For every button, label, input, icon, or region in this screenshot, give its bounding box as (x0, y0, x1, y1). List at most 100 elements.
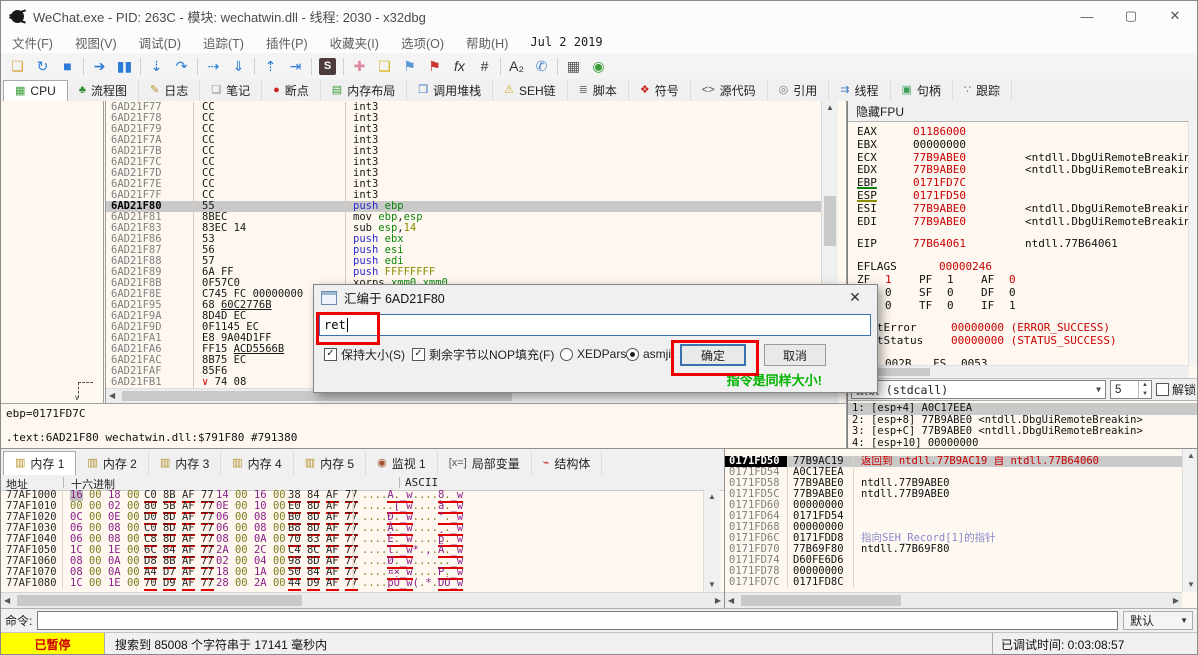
ok-button[interactable]: 确定 (680, 344, 746, 366)
tab-struct[interactable]: ⌁结构体 (532, 451, 603, 475)
calling-convention-select[interactable]: 默认 (stdcall) ▼ (851, 380, 1106, 399)
stack-vscrollbar[interactable]: ▲ ▼ (1182, 449, 1198, 592)
asmjit-radio[interactable]: asmjit (626, 344, 674, 364)
register-line[interactable]: LastStatus00000000 (STATUS_SUCCESS) (857, 335, 1189, 348)
register-line[interactable]: EDI77B9ABE0<ntdll.DbgUiRemoteBreakin> (857, 216, 1189, 229)
toolbar-open-file-button[interactable]: ❏ (5, 55, 30, 77)
toolbar-restart-button[interactable]: ↻ (30, 55, 55, 77)
menu-item-6[interactable]: 选项(O) (390, 33, 455, 52)
tab-seh-chain[interactable]: ⚠SEH链 (493, 80, 568, 101)
stack-row[interactable]: 0171FD7C0171FD8C (725, 577, 1182, 588)
menu-item-5[interactable]: 收藏夹(I) (319, 33, 390, 52)
scroll-thumb[interactable] (741, 595, 901, 606)
register-line[interactable]: EIP77B64061ntdll.77B64061 (857, 238, 1189, 251)
argument-row[interactable]: 3: [esp+C] 77B9ABE0 <ntdll.DbgUiRemoteBr… (848, 426, 1198, 438)
tab-memory-5[interactable]: ▥内存 5 (294, 451, 366, 475)
scroll-down-icon[interactable]: ▼ (1187, 581, 1195, 589)
toolbar-step-into-button[interactable]: ⇣ (144, 55, 169, 77)
scroll-left-icon[interactable]: ◀ (109, 392, 115, 400)
register-line[interactable]: EAX01186000 (857, 126, 1189, 139)
close-button[interactable]: ✕ (1153, 1, 1197, 31)
dialog-title-bar[interactable]: 汇编于 6AD21F80 ✕ (314, 285, 877, 310)
register-line[interactable]: ZF1PF1AF0 (857, 274, 1189, 287)
tab-source[interactable]: <>源代码 (691, 80, 768, 101)
toolbar-run-button[interactable]: ➔ (87, 55, 112, 77)
xedparse-radio[interactable]: XEDParse (560, 344, 633, 364)
argument-row[interactable]: 1: [esp+4] A0C17EEA (848, 403, 1198, 415)
unlock-checkbox[interactable]: 解锁 (1156, 381, 1196, 398)
tab-memory-4[interactable]: ▥内存 4 (221, 451, 293, 475)
tab-graph[interactable]: ♣流程图 (68, 80, 139, 101)
toolbar-stop-button[interactable]: ■ (55, 55, 80, 77)
registers-vscrollbar[interactable] (1188, 121, 1198, 366)
tab-memory-2[interactable]: ▥内存 2 (76, 451, 148, 475)
toolbar-step-out-button[interactable]: ⇡ (258, 55, 283, 77)
menu-item-4[interactable]: 插件(P) (255, 33, 319, 52)
tab-notes[interactable]: ❏笔记 (200, 80, 262, 101)
hide-fpu-button[interactable]: 隐藏FPU (848, 101, 1198, 122)
scroll-right-icon[interactable]: ▶ (715, 597, 721, 605)
minimize-button[interactable]: — (1065, 1, 1109, 31)
memory-hscrollbar[interactable]: ◀ ▶ (1, 592, 724, 608)
scroll-left-icon[interactable]: ◀ (728, 597, 734, 605)
tab-log[interactable]: ✎日志 (139, 80, 200, 101)
memory-vscrollbar[interactable]: ▲ ▼ (703, 490, 720, 592)
menu-item-0[interactable]: 文件(F) (1, 33, 64, 52)
register-line[interactable]: EBP0171FD7C (857, 177, 1189, 190)
memory-row[interactable]: 77AF10801C 00 1E 0070 D9 AF 7728 00 2A 0… (1, 578, 702, 589)
menu-item-2[interactable]: 调试(D) (128, 33, 192, 52)
tab-script[interactable]: ≣脚本 (568, 80, 629, 101)
register-line[interactable]: OF0SF0DF0 (857, 287, 1189, 300)
spin-up-icon[interactable]: ▲ (1142, 382, 1148, 388)
register-line[interactable]: EDX77B9ABE0<ntdll.DbgUiRemoteBreakin> (857, 164, 1189, 177)
scroll-up-icon[interactable]: ▲ (826, 104, 834, 112)
toolbar-step-over-button[interactable]: ↷ (169, 55, 194, 77)
toolbar-bookmark-button[interactable]: ⚑ (422, 55, 447, 77)
toolbar-run-to-user-code-button[interactable]: ⇥ (283, 55, 308, 77)
toolbar-run-to-selection-button[interactable]: ⇢ (201, 55, 226, 77)
tab-trace[interactable]: ∵跟踪 (953, 80, 1012, 101)
stack-hscrollbar[interactable]: ◀ ▶ (725, 592, 1182, 608)
scroll-thumb[interactable] (824, 196, 836, 246)
tab-memory-1[interactable]: ▥内存 1 (3, 451, 76, 476)
command-input[interactable] (37, 611, 1118, 630)
cancel-button[interactable]: 取消 (764, 344, 826, 366)
toolbar-patch-button[interactable]: ✚ (347, 55, 372, 77)
scroll-thumb[interactable] (17, 595, 302, 606)
toolbar-comment-button[interactable]: ❑ (372, 55, 397, 77)
toolbar-function-button[interactable]: fx (447, 55, 472, 77)
toolbar-calculator-button[interactable]: ▦ (561, 55, 586, 77)
menu-item-8[interactable]: Jul 2 2019 (519, 35, 613, 49)
tab-references[interactable]: ◎引用 (768, 80, 830, 101)
argument-count-stepper[interactable]: 5 ▲▼ (1110, 380, 1152, 399)
toolbar-pause-button[interactable]: ▮▮ (112, 55, 137, 77)
keep-size-checkbox[interactable]: ✓ 保持大小(S) (324, 344, 405, 364)
toolbar-font-button[interactable]: A₂ (504, 55, 529, 77)
scroll-down-icon[interactable]: ▼ (708, 581, 716, 589)
menu-item-1[interactable]: 视图(V) (64, 33, 128, 52)
tab-locals[interactable]: [x=]局部变量 (438, 451, 532, 475)
scroll-right-icon[interactable]: ▶ (1173, 597, 1179, 605)
fill-nop-checkbox[interactable]: ✓ 剩余字节以NOP填充(F) (412, 344, 554, 364)
scroll-up-icon[interactable]: ▲ (1187, 452, 1195, 460)
maximize-button[interactable]: ▢ (1109, 1, 1153, 31)
tab-memory-3[interactable]: ▥内存 3 (149, 451, 221, 475)
dialog-close-icon[interactable]: ✕ (840, 289, 870, 306)
tab-threads[interactable]: ⇉线程 (829, 80, 890, 101)
tab-cpu[interactable]: ▦CPU (3, 80, 68, 102)
tab-symbols[interactable]: ❖符号 (629, 80, 691, 101)
tab-call-stack[interactable]: ❒调用堆栈 (407, 80, 493, 101)
toolbar-strings-button[interactable]: S (315, 55, 340, 77)
toolbar-hash-button[interactable]: # (472, 55, 497, 77)
registers-hscrollbar[interactable] (848, 365, 1189, 378)
instruction-input[interactable]: ret (319, 314, 871, 336)
command-profile-select[interactable]: 默认 ▼ (1123, 611, 1193, 630)
tab-handles[interactable]: ▣句柄 (891, 80, 953, 101)
menu-item-7[interactable]: 帮助(H) (455, 33, 519, 52)
toolbar-label-button[interactable]: ⚑ (397, 55, 422, 77)
menu-item-3[interactable]: 追踪(T) (192, 33, 255, 52)
toolbar-execute-till-return-button[interactable]: ⇓ (226, 55, 251, 77)
toolbar-modules-button[interactable]: ✆ (529, 55, 554, 77)
register-line[interactable]: CF0TF0IF1 (857, 300, 1189, 313)
spin-down-icon[interactable]: ▼ (1142, 391, 1148, 397)
